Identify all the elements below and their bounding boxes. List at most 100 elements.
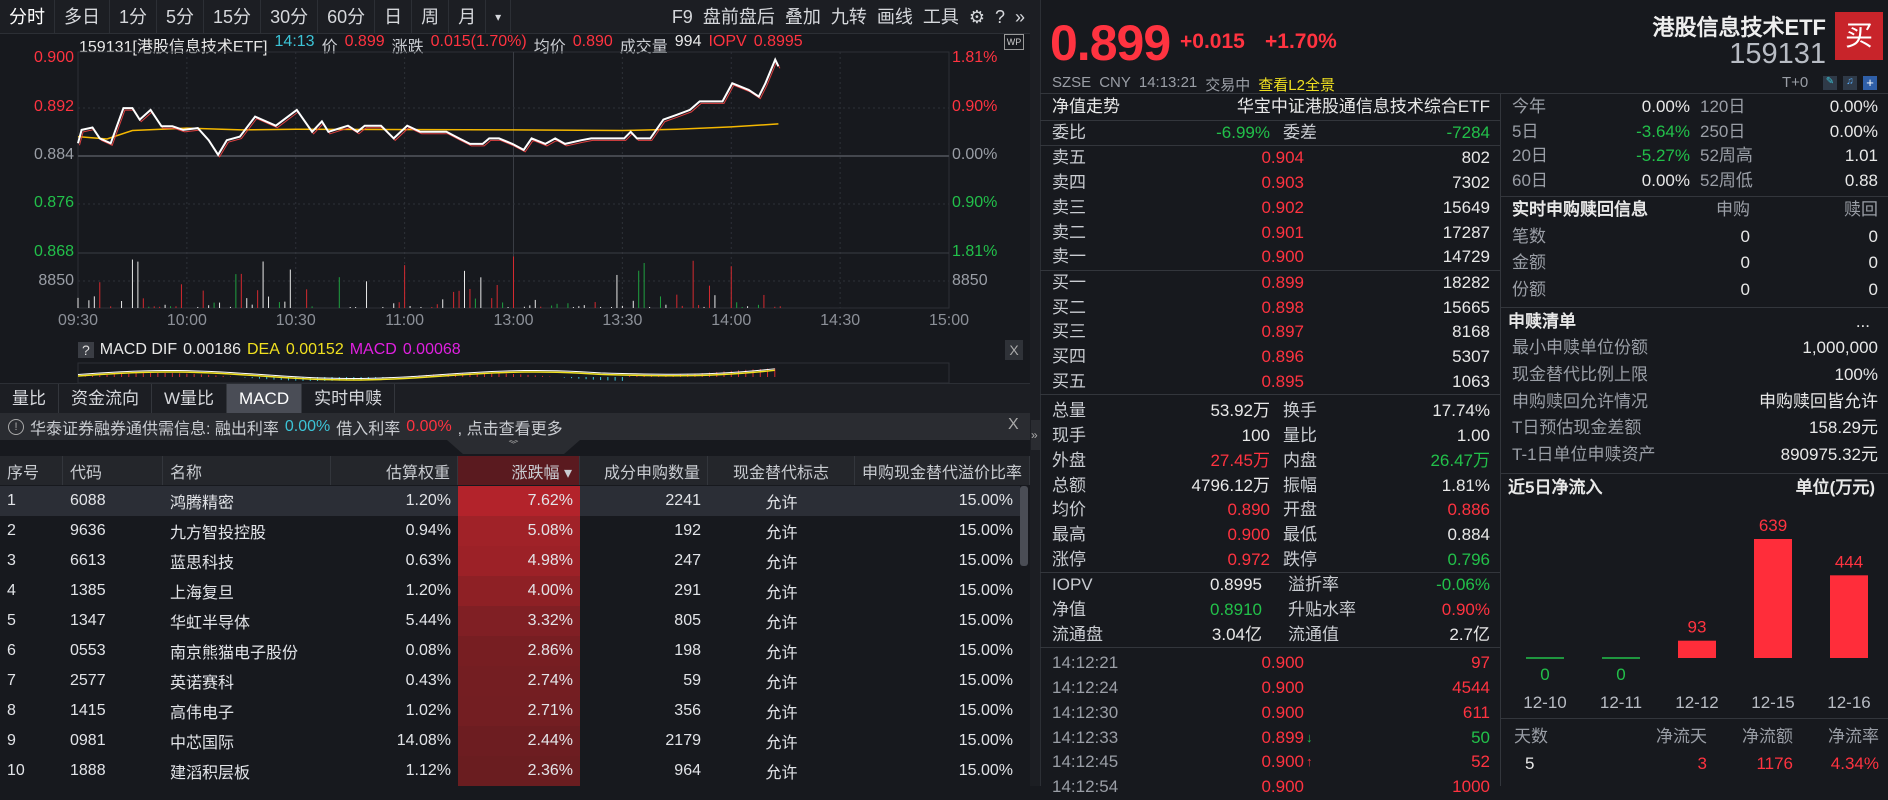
expand-chevron-icon[interactable]: » xyxy=(1031,420,1040,450)
info-icon: ! xyxy=(8,418,24,435)
table-row[interactable]: 6 0553 南京熊猫电子股份 0.08% 2.86% 198 允许 15.00% xyxy=(0,636,1020,666)
table-row[interactable]: 2 9636 九方智投控股 0.94% 5.08% 192 允许 15.00% xyxy=(0,516,1020,546)
table-scrollbar[interactable] xyxy=(1020,486,1028,566)
column-header[interactable]: 序号 xyxy=(0,456,63,485)
column-header[interactable]: 涨跌幅 ▾ xyxy=(458,456,580,485)
column-header[interactable]: 申购现金替代溢价比率 xyxy=(855,456,1030,485)
stat-value: 53.92万 xyxy=(1210,401,1270,421)
table-cell: 0.63% xyxy=(405,552,451,569)
table-cell: 7 xyxy=(7,672,16,689)
table-row[interactable]: 4 1385 上海复旦 1.20% 4.00% 291 允许 15.00% xyxy=(0,576,1020,606)
security-code: 159131 xyxy=(1729,38,1826,70)
table-cell: 3.32% xyxy=(458,606,580,636)
return-value: 0.00% xyxy=(1829,121,1878,141)
tab-indicator[interactable]: 量比 xyxy=(0,384,59,413)
stat-value: 0.886 xyxy=(1447,500,1490,520)
buy-button[interactable]: 买 xyxy=(1835,12,1883,60)
iopv-line xyxy=(79,60,781,158)
realtime-value: 0 xyxy=(1740,253,1750,273)
volume-tick-right: 8850 xyxy=(952,272,988,289)
x-tick: 10:00 xyxy=(166,312,207,329)
order-volume: 5307 xyxy=(1452,347,1490,366)
table-row[interactable]: 5 1347 华虹半导体 5.44% 3.32% 805 允许 15.00% xyxy=(0,606,1020,636)
table-row[interactable]: 9 0981 中芯国际 14.08% 2.44% 2179 允许 15.00% xyxy=(0,726,1020,756)
column-header[interactable]: 代码 xyxy=(63,456,163,485)
table-cell: 允许 xyxy=(765,555,798,572)
y-tick-right: 0.00% xyxy=(952,146,998,163)
table-cell: 9636 xyxy=(70,522,106,539)
table-row[interactable]: 10 1888 建滔积层板 1.12% 2.36% 964 允许 15.00% xyxy=(0,756,1020,786)
stat-label: 总额 xyxy=(1052,475,1086,495)
creation-value: 申购赎回皆允许 xyxy=(1759,391,1878,411)
quote-time: 14:13:21 xyxy=(1138,74,1198,91)
column-header[interactable]: 成分申购数量 xyxy=(580,456,708,485)
trade-price: 0.899 xyxy=(1261,727,1304,747)
table-cell: 4.98% xyxy=(458,546,580,576)
creation-list-title: 申赎清单 xyxy=(1508,311,1576,331)
table-cell: 2577 xyxy=(70,672,106,689)
table-cell: 15.00% xyxy=(958,492,1013,509)
table-row[interactable]: 7 2577 英诺赛科 0.43% 2.74% 59 允许 15.00% xyxy=(0,666,1020,696)
stat-value: 0.900 xyxy=(1227,524,1270,544)
order-level-label: 买二 xyxy=(1052,297,1086,317)
y-tick-right: 1.81% xyxy=(952,49,998,66)
inflow-date-label: 12-16 xyxy=(1827,693,1870,712)
edit-icon[interactable]: ✎ xyxy=(1823,76,1837,90)
tab-indicator[interactable]: 实时申赎 xyxy=(302,384,396,413)
inflow-title: 近5日净流入 xyxy=(1508,477,1603,497)
table-row[interactable]: 1 6088 鸿腾精密 1.20% 7.62% 2241 允许 15.00% xyxy=(0,486,1020,516)
x-tick: 11:00 xyxy=(385,312,425,329)
macd-close-button[interactable]: X xyxy=(1005,340,1023,360)
table-row[interactable]: 3 6613 蓝思科技 0.63% 4.98% 247 允许 15.00% xyxy=(0,546,1020,576)
realtime-label: 金额 xyxy=(1512,253,1546,273)
order-volume: 18282 xyxy=(1442,272,1490,292)
order-level-label: 买三 xyxy=(1052,322,1086,342)
return-label: 今年 xyxy=(1512,97,1546,116)
tab-indicator[interactable]: W量比 xyxy=(152,384,228,413)
stat-value: 0.884 xyxy=(1447,524,1490,544)
stat-value: 1.81% xyxy=(1441,475,1490,495)
weicha-label: 委差 xyxy=(1283,122,1317,142)
order-volume: 15649 xyxy=(1442,197,1490,217)
realtime-value: 0 xyxy=(1868,279,1878,299)
macd-help-button[interactable]: ? xyxy=(78,342,94,358)
tab-indicator[interactable]: MACD xyxy=(227,384,303,413)
notice-close-button[interactable]: X xyxy=(1008,416,1019,434)
notice-bar[interactable]: ! 华泰证券融券通供需信息: 融出利率 0.00% 借入利率 0.00% , 点… xyxy=(0,413,1030,440)
table-row[interactable]: 8 1415 高伟电子 1.02% 2.71% 356 允许 15.00% xyxy=(0,696,1020,726)
table-cell: 2.36% xyxy=(458,756,580,786)
order-volume: 7302 xyxy=(1452,173,1490,193)
realtime-value: 0 xyxy=(1868,253,1878,273)
tab-indicator[interactable]: 资金流向 xyxy=(59,384,152,413)
stat-value: 100 xyxy=(1241,426,1270,446)
macd-macd-label: MACD xyxy=(349,341,397,358)
order-volume: 802 xyxy=(1461,148,1490,168)
trade-time: 14:12:30 xyxy=(1052,702,1119,722)
column-header[interactable]: 估算权重 xyxy=(331,456,458,485)
table-cell: 1 xyxy=(7,492,16,509)
add-icon[interactable]: + xyxy=(1863,76,1877,90)
creation-label: 现金替代比例上限 xyxy=(1512,365,1648,384)
order-volume: 8168 xyxy=(1452,322,1490,342)
column-header[interactable]: 名称 xyxy=(163,456,331,485)
column-header[interactable]: 现金替代标志 xyxy=(708,456,855,485)
table-cell: 15.00% xyxy=(958,642,1013,659)
bell-icon[interactable]: ♫ xyxy=(1843,76,1857,90)
inflow-value-label: 639 xyxy=(1759,516,1787,535)
collapse-chevron-icon[interactable]: ︾ xyxy=(447,440,580,454)
etf-stat-value: 2.7亿 xyxy=(1449,624,1490,644)
creation-label: 最小申赎单位份额 xyxy=(1512,338,1648,358)
stat-value: 0.890 xyxy=(1227,500,1270,520)
table-cell: 鸿腾精密 xyxy=(170,495,235,512)
table-cell: 英诺赛科 xyxy=(170,675,235,692)
view-l2-link[interactable]: 查看L2全景 xyxy=(1258,74,1335,95)
notice-more-link[interactable]: , 点击查看更多 xyxy=(458,415,563,439)
order-volume: 1063 xyxy=(1452,371,1490,391)
realtime-col-subscribe: 申购 xyxy=(1716,199,1750,219)
inflow-summary-value: 5 xyxy=(1525,754,1535,773)
table-cell: 15.00% xyxy=(958,522,1013,539)
table-cell: 建滔积层板 xyxy=(170,765,251,782)
order-price: 0.901 xyxy=(1261,222,1304,242)
table-cell: 2.44% xyxy=(458,726,580,756)
inflow-value-label: 0 xyxy=(1616,665,1625,684)
